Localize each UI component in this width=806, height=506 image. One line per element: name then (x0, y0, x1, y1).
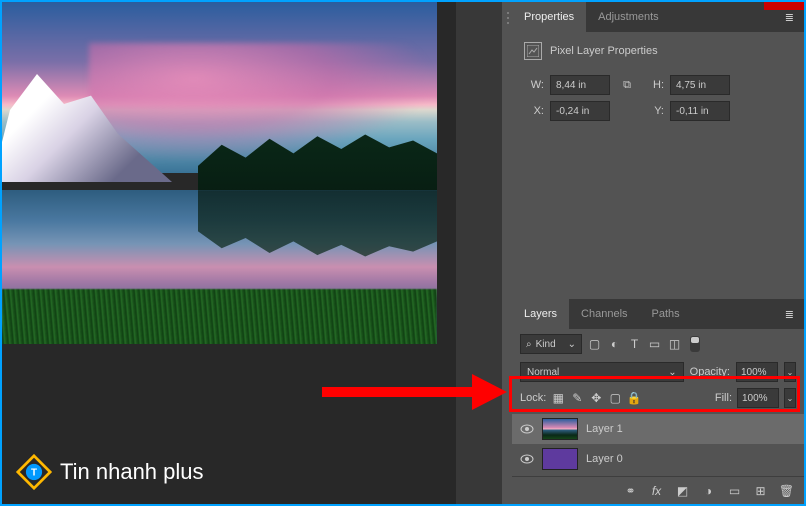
fill-dropdown[interactable]: ⌄ (784, 388, 796, 408)
opacity-dropdown[interactable]: ⌄ (784, 362, 796, 382)
properties-panel: Properties Adjustments ≣ Pixel Layer Pro… (512, 2, 804, 136)
tab-layers[interactable]: Layers (512, 299, 569, 329)
panel-menu-icon[interactable]: ≣ (775, 11, 804, 24)
width-input[interactable]: 8,44 in (550, 75, 610, 95)
x-input[interactable]: -0,24 in (550, 101, 610, 121)
canvas-image (2, 2, 437, 344)
opacity-label: Opacity: (690, 366, 730, 378)
layer-row[interactable]: Layer 1 (512, 414, 804, 444)
adjustment-layer-icon[interactable]: ◑ (701, 483, 716, 498)
x-label: X: (524, 105, 544, 117)
lock-all-icon[interactable]: 🔒 (627, 391, 641, 406)
tab-adjustments[interactable]: Adjustments (586, 2, 671, 32)
watermark-logo: T Tin nhanh plus (16, 454, 204, 490)
y-input[interactable]: -0,11 in (670, 101, 730, 121)
blend-mode-select[interactable]: Normal⌄ (520, 362, 684, 382)
layer-name[interactable]: Layer 0 (586, 453, 623, 465)
filter-adjust-icon[interactable]: ◐ (607, 337, 622, 352)
pixel-layer-icon (524, 42, 542, 60)
lock-label: Lock: (520, 392, 546, 404)
lock-artboard-icon[interactable]: ▢ (608, 391, 622, 406)
layers-menu-icon[interactable]: ≣ (775, 308, 804, 321)
visibility-toggle[interactable] (520, 422, 534, 437)
layers-panel: Layers Channels Paths ≣ ⌕Kind ⌄ ▢ ◐ T ▭ … (512, 299, 804, 504)
filter-pixel-icon[interactable]: ▢ (587, 337, 602, 352)
delete-layer-icon[interactable]: 🗑 (779, 483, 794, 498)
visibility-toggle[interactable] (520, 452, 534, 467)
new-layer-icon[interactable]: ⊞ (753, 483, 768, 498)
link-layers-icon[interactable]: ⚭ (623, 483, 638, 498)
logo-diamond-icon: T (16, 454, 52, 490)
filter-smart-icon[interactable]: ◫ (667, 337, 682, 352)
width-label: W: (524, 79, 544, 91)
properties-title: Pixel Layer Properties (550, 45, 658, 57)
opacity-input[interactable]: 100% (736, 362, 778, 382)
canvas-workspace: T Tin nhanh plus (2, 2, 456, 504)
height-input[interactable]: 4,75 in (670, 75, 730, 95)
tab-channels[interactable]: Channels (569, 299, 639, 329)
layer-name[interactable]: Layer 1 (586, 423, 623, 435)
lock-brush-icon[interactable]: ✎ (570, 391, 584, 406)
fx-icon[interactable]: fx (649, 483, 664, 498)
svg-text:T: T (31, 468, 37, 479)
filter-type-icon[interactable]: T (627, 337, 642, 352)
window-close-indicator[interactable] (764, 2, 804, 10)
link-dimensions-icon[interactable]: ⧉ (616, 79, 638, 92)
y-label: Y: (644, 105, 664, 117)
group-icon[interactable]: ▭ (727, 483, 742, 498)
tab-paths[interactable]: Paths (640, 299, 692, 329)
layer-thumbnail[interactable] (542, 418, 578, 440)
filter-kind-select[interactable]: ⌕Kind ⌄ (520, 334, 582, 354)
layer-thumbnail[interactable] (542, 448, 578, 470)
lock-position-icon[interactable]: ✥ (589, 391, 603, 406)
logo-text: Tin nhanh plus (60, 459, 204, 485)
filter-shape-icon[interactable]: ▭ (647, 337, 662, 352)
tab-properties[interactable]: Properties (512, 2, 586, 32)
mask-icon[interactable]: ◩ (675, 483, 690, 498)
lock-pixels-icon[interactable]: ▦ (551, 391, 565, 406)
fill-input[interactable]: 100% (737, 388, 779, 408)
fill-label: Fill: (715, 392, 732, 404)
layer-list: Layer 1 Layer 0 (512, 414, 804, 476)
annotation-arrow (322, 372, 507, 412)
filter-toggle[interactable] (690, 336, 700, 352)
layer-row[interactable]: Layer 0 (512, 444, 804, 474)
height-label: H: (644, 79, 664, 91)
